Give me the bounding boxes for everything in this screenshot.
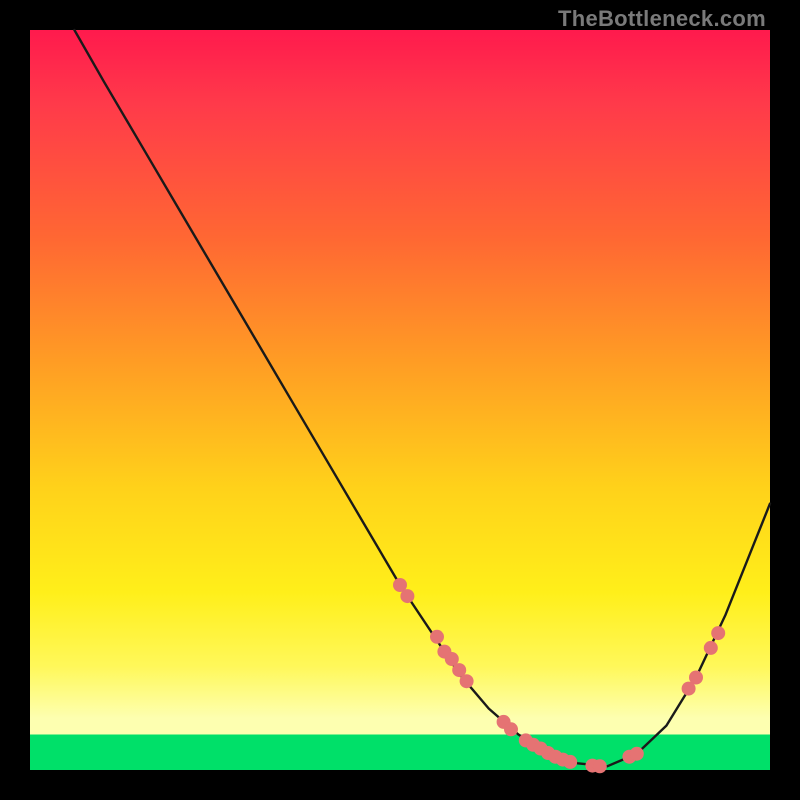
marker-dot <box>504 722 518 736</box>
marker-dot <box>563 755 577 769</box>
chart-overlay-svg <box>0 0 800 800</box>
marker-dot <box>704 641 718 655</box>
chart-canvas: TheBottleneck.com <box>0 0 800 800</box>
marker-dot <box>689 671 703 685</box>
marker-dots <box>393 578 725 773</box>
marker-dot <box>711 626 725 640</box>
curve-path <box>74 30 770 766</box>
bottleneck-curve <box>74 30 770 766</box>
marker-dot <box>630 747 644 761</box>
marker-dot <box>460 674 474 688</box>
marker-dot <box>400 589 414 603</box>
marker-dot <box>430 630 444 644</box>
marker-dot <box>593 759 607 773</box>
